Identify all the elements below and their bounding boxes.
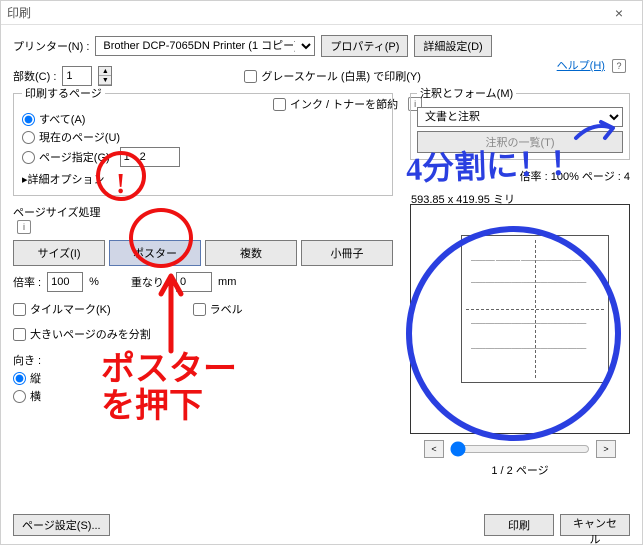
annotations-group: 注釈とフォーム(M) 文書と注釈 注釈の一覧(T) xyxy=(410,85,630,160)
printer-row: プリンター(N) : Brother DCP-7065DN Printer (1… xyxy=(13,35,630,57)
orientation-legend: 向き : xyxy=(13,352,393,368)
scale-row: 倍率 : % 重なり : mm xyxy=(13,272,393,292)
printer-label: プリンター(N) : xyxy=(13,38,89,54)
sizing-info-icon[interactable]: i xyxy=(17,220,31,234)
page-range-input[interactable] xyxy=(120,147,180,167)
preview-nav: < > xyxy=(410,440,630,458)
more-options-toggle[interactable]: ▸ 詳細オプション xyxy=(22,171,384,187)
labels-checkbox[interactable]: ラベル xyxy=(193,301,243,317)
grayscale-checkbox[interactable]: グレースケール (白黒) で印刷(Y) xyxy=(244,68,421,84)
annotation-summary-button: 注釈の一覧(T) xyxy=(417,131,623,153)
sizing-legend: ページサイズ処理 xyxy=(13,204,393,220)
poster-button[interactable]: ポスター xyxy=(109,240,201,266)
copies-input[interactable] xyxy=(62,66,92,86)
music-line: ━━━━━━━━━━━━━━━━━━━━━━━━━━━━━━━━━━━━━━━━… xyxy=(471,321,600,326)
scale-input[interactable] xyxy=(47,272,83,292)
window-title: 印刷 xyxy=(7,4,602,21)
help-icon: ? xyxy=(612,59,626,73)
current-page-radio[interactable]: 現在のページ(U) xyxy=(22,129,384,145)
size-button[interactable]: サイズ(I) xyxy=(13,240,105,266)
titlebar: 印刷 × xyxy=(1,1,642,25)
scale-label: 倍率 : xyxy=(13,274,41,290)
dialog-body: プリンター(N) : Brother DCP-7065DN Printer (1… xyxy=(1,25,642,544)
copies-label: 部数(C) : xyxy=(13,68,56,84)
preview-slider[interactable] xyxy=(450,441,590,457)
scale-note: 倍率 : 100% ページ : 4 xyxy=(410,168,630,184)
annotations-select[interactable]: 文書と注釈 xyxy=(417,107,623,127)
prev-page-button[interactable]: < xyxy=(424,440,444,458)
all-pages-radio[interactable]: すべて(A) xyxy=(22,111,384,127)
multiple-button[interactable]: 複数 xyxy=(205,240,297,266)
music-line: ━━━━━━━━━━ ━━━━━━━━━━ ━━━━━━━━━━━━━━━━━━… xyxy=(471,258,600,263)
printer-select[interactable]: Brother DCP-7065DN Printer (1 コピー) xyxy=(95,36,315,56)
page-range-legend: 印刷するページ xyxy=(22,85,105,101)
advanced-button[interactable]: 詳細設定(D) xyxy=(414,35,491,57)
preview-page: ━━━━━━━━━━ ━━━━━━━━━━ ━━━━━━━━━━━━━━━━━━… xyxy=(461,235,609,383)
preview-size-label: 593.85 x 419.95 ミリ xyxy=(411,191,515,207)
music-line: ━━━━━━━━━━━━━━━━━━━━━━━━━━━━━━━━━━━━━━━━… xyxy=(471,346,600,351)
tile-row: タイルマーク(K) ラベル xyxy=(13,298,393,320)
copies-spinner[interactable]: ▲▼ xyxy=(98,66,112,86)
footer: ページ設定(S)... 印刷 キャンセル xyxy=(13,514,630,536)
page-range-group: 印刷するページ すべて(A) 現在のページ(U) ページ指定(G) ▸ 詳細オプ… xyxy=(13,85,393,196)
sizing-buttons: サイズ(I) ポスター 複数 小冊子 xyxy=(13,240,393,266)
percent-label: % xyxy=(89,276,99,288)
page-counter: 1 / 2 ページ xyxy=(410,462,630,478)
copies-row: 部数(C) : ▲▼ グレースケール (白黒) で印刷(Y) xyxy=(13,65,630,87)
page-setup-button[interactable]: ページ設定(S)... xyxy=(13,514,110,536)
next-page-button[interactable]: > xyxy=(596,440,616,458)
cancel-button[interactable]: キャンセル xyxy=(560,514,630,536)
close-icon[interactable]: × xyxy=(602,1,636,25)
booklet-button[interactable]: 小冊子 xyxy=(301,240,393,266)
left-column: 印刷するページ すべて(A) 現在のページ(U) ページ指定(G) ▸ 詳細オプ… xyxy=(13,85,393,504)
print-dialog: 印刷 × プリンター(N) : Brother DCP-7065DN Print… xyxy=(0,0,643,545)
print-button[interactable]: 印刷 xyxy=(484,514,554,536)
portrait-radio[interactable]: 縦 xyxy=(13,370,393,386)
music-line: ━━━━━━━━━━━━━━━━━━━━━━━━━━━━━━━━━━━━━━━━… xyxy=(471,280,600,285)
annotations-legend: 注釈とフォーム(M) xyxy=(417,85,516,101)
right-column: 注釈とフォーム(M) 文書と注釈 注釈の一覧(T) 倍率 : 100% ページ … xyxy=(410,85,630,504)
overlap-label: 重なり : xyxy=(131,274,170,290)
big-only-checkbox[interactable]: 大きいページのみを分割 xyxy=(13,326,393,342)
properties-button[interactable]: プロパティ(P) xyxy=(321,35,408,57)
preview-box: 593.85 x 419.95 ミリ ━━━━━━━━━━ ━━━━━━━━━━… xyxy=(410,204,630,434)
help-link[interactable]: ヘルプ(H) ? xyxy=(557,57,626,73)
page-range-radio[interactable]: ページ指定(G) xyxy=(22,147,384,167)
overlap-input[interactable] xyxy=(176,272,212,292)
divider-horizontal xyxy=(466,309,604,310)
landscape-radio[interactable]: 横 xyxy=(13,388,393,404)
tile-marks-checkbox[interactable]: タイルマーク(K) xyxy=(13,301,111,317)
mm-label: mm xyxy=(218,276,236,288)
